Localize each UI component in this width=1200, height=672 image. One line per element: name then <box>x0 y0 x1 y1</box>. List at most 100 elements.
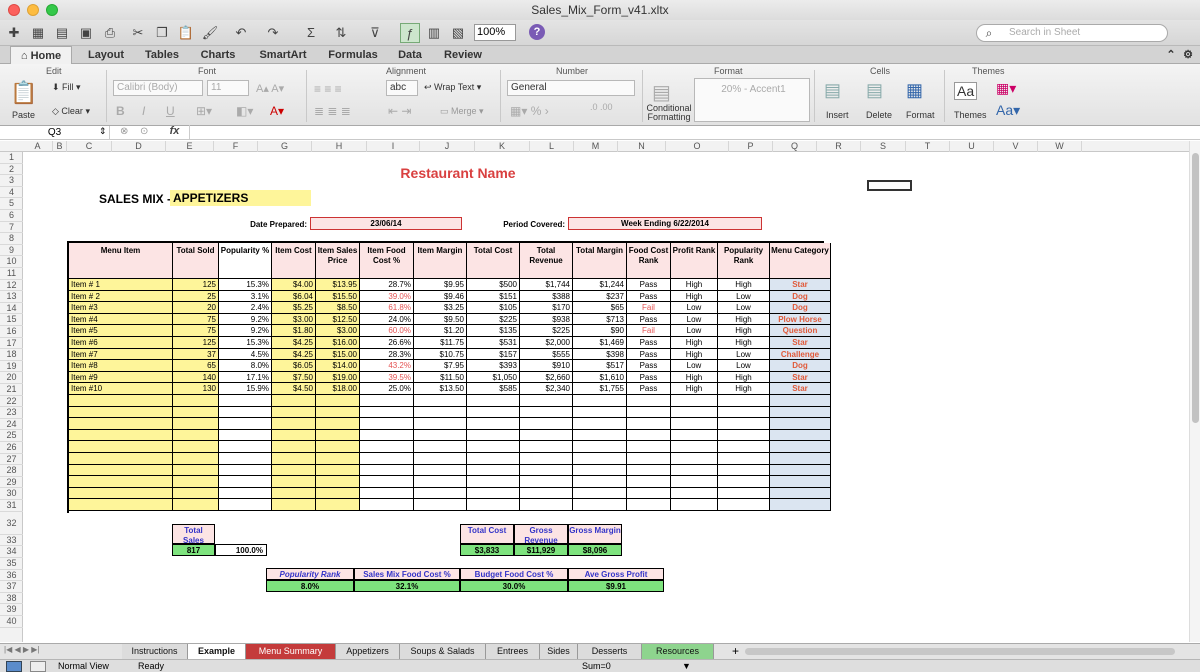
empty-cell[interactable] <box>520 499 573 511</box>
cell-8-5[interactable]: 43.2% <box>360 360 414 372</box>
summary-label-1[interactable]: Sales Mix Food Cost % <box>354 568 460 580</box>
fill-color-icon[interactable]: ◧▾ <box>236 104 253 118</box>
empty-cell[interactable] <box>316 499 360 511</box>
empty-cell[interactable] <box>414 487 467 500</box>
cell-3-12[interactable]: Low <box>718 302 770 314</box>
cell-3-0[interactable]: Item #3 <box>69 302 173 314</box>
empty-cell[interactable] <box>520 464 573 477</box>
empty-cell[interactable] <box>627 418 671 430</box>
empty-cell[interactable] <box>671 476 718 488</box>
row-header-33[interactable]: 33 <box>0 535 23 547</box>
cell-5-3[interactable]: $1.80 <box>272 325 316 337</box>
cell-10-12[interactable]: High <box>718 383 770 395</box>
ribbon-settings-icon[interactable]: ⚙ <box>1180 46 1196 64</box>
empty-cell[interactable] <box>272 429 316 442</box>
cell-4-10[interactable]: Pass <box>627 313 671 326</box>
summary-value-0[interactable]: 8.0% <box>266 580 354 592</box>
summary-value-3[interactable]: $9.91 <box>568 580 664 592</box>
empty-cell[interactable] <box>316 441 360 453</box>
cell-9-6[interactable]: $11.50 <box>414 371 467 384</box>
empty-cell[interactable] <box>360 395 414 407</box>
row-header-37[interactable]: 37 <box>0 581 23 593</box>
empty-cell[interactable] <box>219 487 272 500</box>
cell-9-4[interactable]: $19.00 <box>316 371 360 384</box>
cell-3-9[interactable]: $65 <box>573 302 627 314</box>
summary-value-2[interactable]: 30.0% <box>460 580 568 592</box>
empty-cell[interactable] <box>671 429 718 442</box>
column-header-t[interactable]: T <box>906 141 950 152</box>
empty-cell[interactable] <box>770 464 831 477</box>
row-header-3[interactable]: 3 <box>0 175 23 187</box>
cell-3-3[interactable]: $5.25 <box>272 302 316 314</box>
cell-3-5[interactable]: 61.8% <box>360 302 414 314</box>
empty-cell[interactable] <box>360 429 414 442</box>
empty-cell[interactable] <box>173 476 219 488</box>
cell-1-8[interactable]: $1,744 <box>520 279 573 291</box>
cell-7-7[interactable]: $157 <box>467 348 520 361</box>
cell-10-11[interactable]: High <box>671 383 718 395</box>
total-sales-value[interactable]: 817 <box>172 544 215 556</box>
sheet-tab-instructions[interactable]: Instructions <box>122 644 188 659</box>
font-size-select[interactable]: 11 <box>207 80 249 96</box>
sheet-tab-desserts[interactable]: Desserts <box>578 644 642 659</box>
close-window-button[interactable] <box>8 4 20 16</box>
cell-1-2[interactable]: 15.3% <box>219 279 272 291</box>
cell-3-10[interactable]: Fail <box>627 302 671 314</box>
cell-4-13[interactable]: Plow Horse <box>770 313 831 326</box>
name-box-stepper-icon[interactable]: ⇕ <box>99 126 107 137</box>
cell-5-6[interactable]: $1.20 <box>414 325 467 337</box>
row-header-18[interactable]: 18 <box>0 349 23 361</box>
empty-cell[interactable] <box>573 395 627 407</box>
cell-4-12[interactable]: High <box>718 313 770 326</box>
cell-1-9[interactable]: $1,244 <box>573 279 627 291</box>
column-header-e[interactable]: E <box>166 141 214 152</box>
cell-2-13[interactable]: Dog <box>770 290 831 303</box>
cell-3-11[interactable]: Low <box>671 302 718 314</box>
cell-10-5[interactable]: 25.0% <box>360 383 414 395</box>
cell-2-7[interactable]: $151 <box>467 290 520 303</box>
sheet-tab-menu-summary[interactable]: Menu Summary <box>246 644 336 659</box>
row-header-10[interactable]: 10 <box>0 256 23 268</box>
cell-8-8[interactable]: $910 <box>520 360 573 372</box>
empty-cell[interactable] <box>770 429 831 442</box>
scroll-thumb[interactable] <box>1192 153 1199 423</box>
new-icon[interactable]: ✚ <box>4 23 24 43</box>
cell-4-4[interactable]: $12.50 <box>316 313 360 326</box>
empty-cell[interactable] <box>69 441 173 453</box>
paste-big-icon[interactable]: 📋 <box>10 80 37 106</box>
collapse-ribbon-icon[interactable]: ⌃ <box>1164 46 1178 64</box>
column-header-g[interactable]: G <box>258 141 312 152</box>
cell-8-7[interactable]: $393 <box>467 360 520 372</box>
column-header-l[interactable]: L <box>530 141 574 152</box>
empty-cell[interactable] <box>69 395 173 407</box>
cell-10-7[interactable]: $585 <box>467 383 520 395</box>
cell-9-11[interactable]: High <box>671 371 718 384</box>
cell-7-4[interactable]: $15.00 <box>316 348 360 361</box>
font-color-icon[interactable]: A▾ <box>270 104 284 118</box>
cell-8-10[interactable]: Pass <box>627 360 671 372</box>
minimize-window-button[interactable] <box>27 4 39 16</box>
cell-10-1[interactable]: 130 <box>173 383 219 395</box>
row-header-4[interactable]: 4 <box>0 187 23 199</box>
row-header-19[interactable]: 19 <box>0 361 23 373</box>
cell-5-9[interactable]: $90 <box>573 325 627 337</box>
sort-icon[interactable]: ⇅ <box>330 23 352 43</box>
cell-9-7[interactable]: $1,050 <box>467 371 520 384</box>
empty-cell[interactable] <box>360 464 414 477</box>
cell-5-1[interactable]: 75 <box>173 325 219 337</box>
empty-cell[interactable] <box>360 499 414 511</box>
cell-8-12[interactable]: Low <box>718 360 770 372</box>
tab-smartart[interactable]: SmartArt <box>252 46 314 64</box>
align-top-icons[interactable]: ≡ ≡ ≡ <box>314 82 342 96</box>
cell-7-5[interactable]: 28.3% <box>360 348 414 361</box>
cell-9-3[interactable]: $7.50 <box>272 371 316 384</box>
cell-4-11[interactable]: Low <box>671 313 718 326</box>
cell-8-2[interactable]: 8.0% <box>219 360 272 372</box>
cell-6-5[interactable]: 26.6% <box>360 337 414 349</box>
conditional-formatting-icon[interactable]: ▤ <box>652 80 671 105</box>
paste-icon[interactable]: 📋 <box>176 23 196 43</box>
column-header-m[interactable]: M <box>574 141 618 152</box>
cell-4-7[interactable]: $225 <box>467 313 520 326</box>
empty-cell[interactable] <box>718 453 770 465</box>
tab-charts[interactable]: Charts <box>194 46 242 64</box>
